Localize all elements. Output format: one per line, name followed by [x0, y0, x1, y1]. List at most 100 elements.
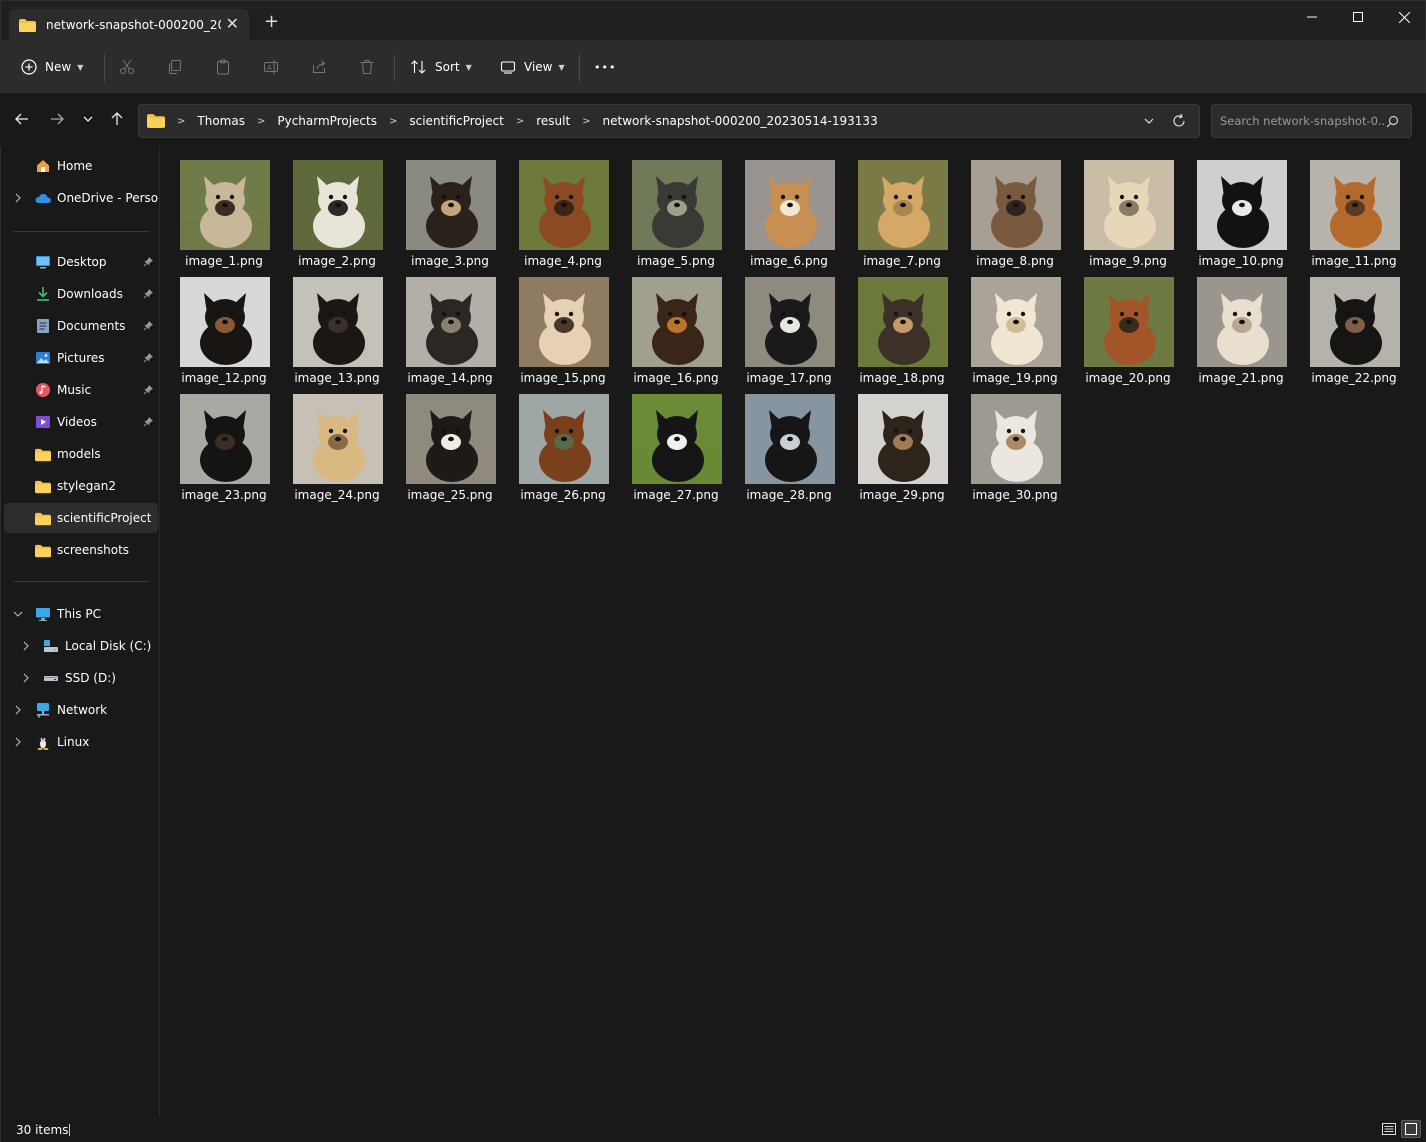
file-tile[interactable]: image_29.png	[842, 381, 951, 502]
sort-button[interactable]: Sort ▼	[410, 56, 472, 78]
file-tile[interactable]: image_3.png	[390, 147, 499, 268]
chevron-right-icon[interactable]: >	[257, 116, 265, 127]
rename-button[interactable]: A	[263, 56, 287, 78]
file-tile[interactable]: image_14.png	[390, 264, 499, 385]
large-icons-view-button[interactable]	[1401, 1120, 1421, 1138]
file-tile[interactable]: image_10.png	[1181, 147, 1290, 268]
sidebar-item-home[interactable]: Home	[4, 151, 158, 181]
sidebar-item-models[interactable]: models	[4, 439, 158, 469]
file-thumbnail	[858, 160, 948, 250]
file-tile[interactable]: image_18.png	[842, 264, 951, 385]
file-tile[interactable]: image_2.png	[277, 147, 386, 268]
file-tile[interactable]: image_27.png	[616, 381, 725, 502]
sidebar-item-scientificproject[interactable]: scientificProject	[4, 503, 158, 533]
file-tile[interactable]: image_19.png	[955, 264, 1064, 385]
tab-active[interactable]: network-snapshot-000200_20 ✕	[9, 9, 249, 41]
sidebar-item-pictures[interactable]: Pictures	[4, 343, 158, 373]
dog-photo-icon	[971, 277, 1061, 367]
address-bar[interactable]: > Thomas > PycharmProjects > scientificP…	[138, 104, 1200, 138]
file-thumbnail	[406, 277, 496, 367]
chevron-right-icon[interactable]: >	[389, 116, 397, 127]
breadcrumb-thomas[interactable]: Thomas	[197, 114, 245, 128]
up-icon[interactable]	[109, 111, 125, 127]
chevron-right-icon[interactable]	[22, 672, 30, 684]
search-icon[interactable]	[1386, 115, 1399, 128]
chevron-down-icon: ▼	[558, 62, 565, 72]
file-tile[interactable]: image_24.png	[277, 381, 386, 502]
breadcrumb-pycharmprojects[interactable]: PycharmProjects	[277, 114, 377, 128]
file-tile[interactable]: image_17.png	[729, 264, 838, 385]
forward-icon[interactable]	[49, 111, 65, 127]
file-tile[interactable]: image_28.png	[729, 381, 838, 502]
chevron-right-icon[interactable]	[22, 640, 30, 652]
view-button[interactable]: View ▼	[500, 56, 565, 78]
file-tile[interactable]: image_11.png	[1294, 147, 1403, 268]
file-tile[interactable]: image_4.png	[503, 147, 612, 268]
file-thumbnail	[1310, 160, 1400, 250]
file-tile[interactable]: image_23.png	[164, 381, 273, 502]
file-thumbnail	[745, 277, 835, 367]
sidebar-item-desktop[interactable]: Desktop	[4, 247, 158, 277]
file-tile[interactable]: image_5.png	[616, 147, 725, 268]
delete-button[interactable]	[359, 56, 383, 78]
file-tile[interactable]: image_8.png	[955, 147, 1064, 268]
sidebar-item-linux[interactable]: Linux	[4, 727, 158, 757]
chevron-right-icon[interactable]	[14, 736, 22, 748]
file-tile[interactable]: image_13.png	[277, 264, 386, 385]
file-tile[interactable]: image_26.png	[503, 381, 612, 502]
chevron-down-icon[interactable]	[12, 610, 24, 618]
file-tile[interactable]: image_12.png	[164, 264, 273, 385]
sidebar-item-stylegan2[interactable]: stylegan2	[4, 471, 158, 501]
chevron-right-icon[interactable]: >	[177, 116, 185, 127]
search-input[interactable]	[1220, 114, 1385, 128]
minimize-button[interactable]	[1289, 1, 1335, 33]
new-button[interactable]: New ▼	[21, 56, 83, 78]
maximize-button[interactable]	[1335, 1, 1381, 33]
chevron-right-icon[interactable]	[14, 704, 22, 716]
chevron-right-icon[interactable]	[14, 192, 22, 204]
address-dropdown-icon[interactable]	[1143, 115, 1155, 127]
breadcrumb-current-folder[interactable]: network-snapshot-000200_20230514-193133	[603, 114, 878, 128]
sidebar-item-onedrive[interactable]: OneDrive - Persona	[4, 183, 158, 213]
file-tile[interactable]: image_20.png	[1068, 264, 1177, 385]
sidebar-item-this-pc[interactable]: This PC	[4, 599, 158, 629]
refresh-icon[interactable]	[1171, 113, 1187, 129]
paste-button[interactable]	[215, 56, 239, 78]
breadcrumb-result[interactable]: result	[536, 114, 570, 128]
sidebar-item-screenshots[interactable]: screenshots	[4, 535, 158, 565]
sidebar-item-downloads[interactable]: Downloads	[4, 279, 158, 309]
dog-photo-icon	[406, 277, 496, 367]
copy-button[interactable]	[167, 56, 191, 78]
file-tile[interactable]: image_22.png	[1294, 264, 1403, 385]
recent-locations-icon[interactable]	[81, 111, 95, 127]
file-tile[interactable]: image_7.png	[842, 147, 951, 268]
sidebar-item-ssd-d[interactable]: SSD (D:)	[4, 663, 158, 693]
more-options-button[interactable]: •••	[594, 56, 616, 78]
tab-close-icon[interactable]: ✕	[226, 16, 239, 32]
file-tile[interactable]: image_9.png	[1068, 147, 1177, 268]
dog-photo-icon	[858, 394, 948, 484]
share-button[interactable]	[311, 56, 335, 78]
file-tile[interactable]: image_6.png	[729, 147, 838, 268]
file-tile[interactable]: image_15.png	[503, 264, 612, 385]
chevron-right-icon[interactable]: >	[582, 116, 590, 127]
cut-button[interactable]	[119, 56, 143, 78]
sidebar-item-network[interactable]: Network	[4, 695, 158, 725]
details-view-button[interactable]	[1379, 1120, 1399, 1138]
file-tile[interactable]: image_25.png	[390, 381, 499, 502]
sidebar-item-documents[interactable]: Documents	[4, 311, 158, 341]
close-button[interactable]	[1381, 1, 1426, 33]
search-box[interactable]	[1211, 104, 1412, 138]
downloads-icon	[37, 287, 49, 301]
file-tile[interactable]: image_30.png	[955, 381, 1064, 502]
sidebar-item-local-disk-c[interactable]: Local Disk (C:)	[4, 631, 158, 661]
breadcrumb-scientificproject[interactable]: scientificProject	[409, 114, 503, 128]
new-tab-icon[interactable]: +	[264, 13, 279, 31]
chevron-right-icon[interactable]: >	[516, 116, 524, 127]
file-tile[interactable]: image_1.png	[164, 147, 273, 268]
back-icon[interactable]	[14, 111, 30, 127]
file-tile[interactable]: image_21.png	[1181, 264, 1290, 385]
file-tile[interactable]: image_16.png	[616, 264, 725, 385]
sidebar-item-videos[interactable]: Videos	[4, 407, 158, 437]
sidebar-item-music[interactable]: Music	[4, 375, 158, 405]
